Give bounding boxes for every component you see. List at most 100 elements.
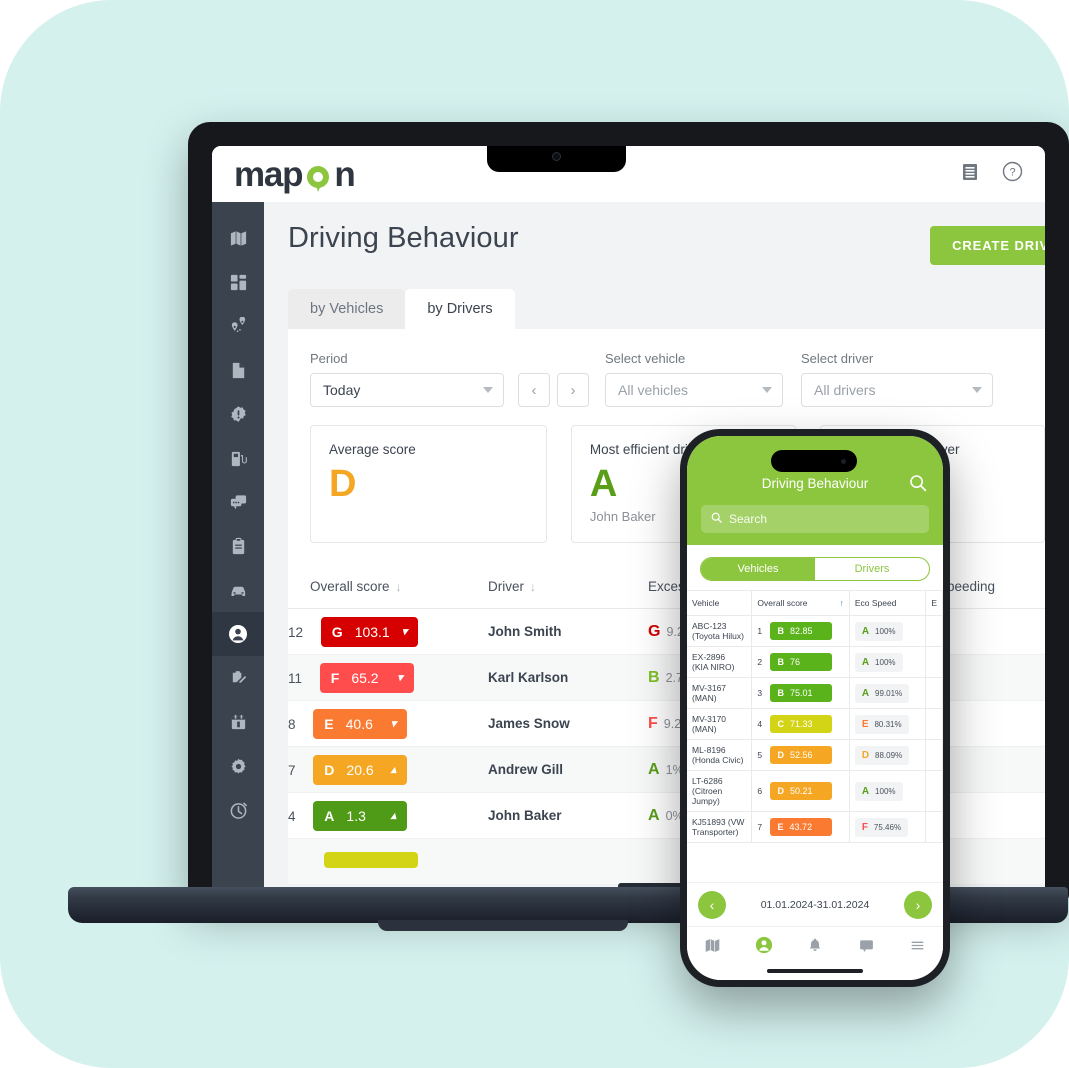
tab-by-drivers[interactable]: by Drivers xyxy=(405,289,515,329)
eco-badge: A 100% xyxy=(854,652,903,672)
period-prev-button[interactable]: ‹ xyxy=(518,373,550,407)
eco-badge: A 100% xyxy=(854,781,903,801)
phone-score-cell: 4 C 71.33 xyxy=(751,708,850,740)
row-rank: 8 E 40.6 ▾ xyxy=(288,700,488,747)
phone-table-row[interactable]: LT-6286 (Citroen Jumpy) 6 D 50.21 A 100% xyxy=(687,770,943,812)
phone-notch xyxy=(771,450,857,472)
sidebar-item-settings[interactable] xyxy=(212,744,264,788)
driver-icon[interactable] xyxy=(755,936,773,959)
card-average-score: Average score D xyxy=(310,425,547,543)
date-prev-button[interactable]: ‹ xyxy=(698,890,726,919)
phone-column-edge[interactable]: E xyxy=(925,590,943,616)
segment-drivers[interactable]: Drivers xyxy=(815,558,929,580)
phone-search-input[interactable]: Search xyxy=(701,505,929,533)
period-filter: Period Today xyxy=(310,351,504,407)
sidebar-item-documents[interactable] xyxy=(212,348,264,392)
phone-column-eco-speed[interactable]: Eco Speed xyxy=(849,590,927,616)
column-driver[interactable]: Driver ↓ xyxy=(488,565,648,609)
svg-text:?: ? xyxy=(1009,167,1015,179)
chevron-down-icon: ▾ xyxy=(397,672,403,684)
score-value: 103.1 xyxy=(354,623,390,640)
create-driver-button[interactable]: CREATE DRIVER xyxy=(930,226,1045,265)
card-grade: D xyxy=(329,463,357,505)
sidebar-item-history[interactable] xyxy=(212,788,264,832)
column-overall-score[interactable]: Overall score ↓ xyxy=(288,565,488,609)
date-range-label: 01.01.2024-31.01.2024 xyxy=(760,898,870,911)
sidebar-item-map[interactable] xyxy=(212,216,264,260)
phone-edge-cell xyxy=(925,615,943,647)
phone-eco-cell: F 75.46% xyxy=(849,811,927,843)
tab-by-vehicles[interactable]: by Vehicles xyxy=(288,289,406,329)
chevron-down-icon xyxy=(972,387,982,393)
driver-label: Select driver xyxy=(801,351,874,366)
topbar-icons: ? xyxy=(960,161,1023,187)
driver-select[interactable]: All drivers xyxy=(801,373,993,407)
driver-name: Karl Karlson xyxy=(488,654,648,701)
sidebar-item-vehicles[interactable] xyxy=(212,568,264,612)
sidebar-item-dashboard[interactable] xyxy=(212,260,264,304)
phone-eco-cell: A 100% xyxy=(849,770,927,812)
sidebar-item-fuel[interactable] xyxy=(212,436,264,480)
phone-score-pill: B 82.85 xyxy=(769,622,832,640)
report-icon[interactable] xyxy=(960,162,980,187)
score-pill[interactable]: A 1.3 ▴ xyxy=(313,800,408,831)
chat-icon[interactable] xyxy=(858,937,875,959)
phone-score-pill: D 52.56 xyxy=(769,746,832,764)
chevron-down-icon: ▾ xyxy=(390,718,397,730)
search-placeholder: Search xyxy=(729,512,768,526)
row-rank: 11 F 65.2 ▾ xyxy=(288,654,488,701)
row-rank: 4 A 1.3 ▴ xyxy=(288,792,488,839)
map-icon[interactable] xyxy=(704,937,721,959)
score-grade: F xyxy=(330,669,340,686)
card-title: Average score xyxy=(329,442,416,457)
phone-table-row[interactable]: KJ51893 (VW Transporter) 7 E 43.72 F 75.46% xyxy=(687,811,943,843)
sidebar-item-messages[interactable] xyxy=(212,480,264,524)
laptop-camera-icon xyxy=(552,152,561,161)
chevron-up-icon: ▴ xyxy=(390,764,397,776)
period-next-button[interactable]: › xyxy=(557,373,589,407)
sidebar-item-forms[interactable] xyxy=(212,656,264,700)
speeding-cell: B xyxy=(938,700,1045,747)
score-pill[interactable]: F 65.2 ▾ xyxy=(319,662,414,693)
phone-column-overall-score[interactable]: Overall score ↑ xyxy=(751,590,850,616)
date-next-button[interactable]: › xyxy=(903,890,932,919)
vehicle-value: All vehicles xyxy=(618,382,689,398)
sidebar-item-calendar[interactable] xyxy=(212,700,264,744)
phone-vehicles-table: Vehicle Overall score ↑ Eco Speed E ABC-… xyxy=(687,590,943,843)
search-icon[interactable] xyxy=(909,474,927,497)
speeding-cell: B xyxy=(938,792,1045,839)
sort-desc-icon: ↓ xyxy=(530,580,536,594)
score-grade: D xyxy=(324,761,335,778)
phone-table-row[interactable]: ML-8196 (Honda Civic) 5 D 52.56 D 88.09% xyxy=(687,739,943,771)
menu-icon[interactable] xyxy=(909,937,926,959)
sort-asc-icon: ↑ xyxy=(839,598,844,608)
phone-eco-cell: D 88.09% xyxy=(849,739,927,771)
phone-vehicle-cell: ABC-123 (Toyota Hilux) xyxy=(687,615,753,647)
vehicle-select[interactable]: All vehicles xyxy=(605,373,783,407)
phone-column-vehicle[interactable]: Vehicle xyxy=(687,590,753,616)
score-pill[interactable]: D 20.6 ▴ xyxy=(313,754,408,785)
score-pill[interactable]: E 40.6 ▾ xyxy=(313,708,408,739)
help-icon[interactable]: ? xyxy=(1002,161,1023,187)
phone-table-body: ABC-123 (Toyota Hilux) 1 B 82.85 A 100% EX-… xyxy=(687,615,943,843)
phone-table-row[interactable]: ABC-123 (Toyota Hilux) 1 B 82.85 A 100% xyxy=(687,615,943,647)
period-select[interactable]: Today xyxy=(310,373,504,407)
phone-title: Driving Behaviour xyxy=(761,475,869,491)
phone-table-row[interactable]: EX-2896 (KIA NIRO) 2 B 76 A 100% xyxy=(687,646,943,678)
sidebar-item-routes[interactable] xyxy=(212,304,264,348)
phone-table-row[interactable]: MV-3167 (MAN) 3 B 75.01 A 99.01% xyxy=(687,677,943,709)
phone-score-pill: B 76 xyxy=(769,653,832,671)
score-pill[interactable]: G 103.1 ▾ xyxy=(320,616,419,647)
sidebar-item-alerts[interactable] xyxy=(212,392,264,436)
bell-icon[interactable] xyxy=(807,937,823,958)
score-pill[interactable] xyxy=(324,852,418,868)
phone-table-row[interactable]: MV-3170 (MAN) 4 C 71.33 E 80.31% xyxy=(687,708,943,740)
search-icon xyxy=(711,512,722,526)
sidebar-item-drivers[interactable] xyxy=(212,612,264,656)
sidebar-item-tasks[interactable] xyxy=(212,524,264,568)
row-rank xyxy=(288,838,488,885)
column-speeding[interactable]: Speeding xyxy=(938,565,1045,609)
segment-vehicles[interactable]: Vehicles xyxy=(701,558,815,580)
score-grade: E xyxy=(324,715,334,732)
eco-badge: A 99.01% xyxy=(854,683,910,703)
